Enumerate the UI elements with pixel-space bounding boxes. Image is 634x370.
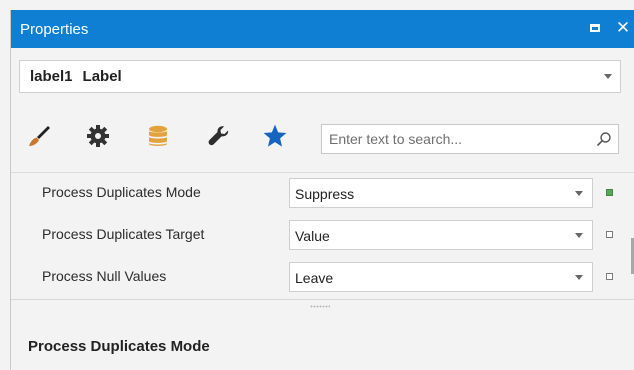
object-selector-dropdown[interactable]: label1 Label (19, 60, 621, 93)
property-default-marker[interactable] (606, 273, 613, 280)
property-value: Suppress (295, 186, 355, 202)
close-icon: ✕ (615, 18, 631, 37)
gear-icon (87, 125, 109, 147)
brush-icon (29, 126, 50, 146)
tab-favorites[interactable] (261, 122, 289, 150)
tab-behavior[interactable] (84, 122, 112, 150)
chevron-down-icon (575, 275, 583, 280)
search-input[interactable] (322, 125, 589, 153)
property-modified-marker[interactable] (606, 189, 613, 196)
close-button[interactable]: ✕ (615, 18, 631, 37)
title-bar: Properties ✕ (11, 10, 634, 48)
property-label: Process Null Values (42, 268, 167, 284)
wrench-icon (208, 126, 229, 146)
property-value-dropdown[interactable]: Value (289, 220, 593, 250)
property-value-dropdown[interactable]: Suppress (289, 178, 593, 208)
property-value: Leave (295, 270, 334, 286)
description-title: Process Duplicates Mode (28, 338, 210, 355)
property-row-process-duplicates-mode: Process Duplicates Mode Suppress (11, 174, 634, 212)
search-box (321, 124, 619, 154)
object-type: Label (82, 68, 122, 85)
property-label: Process Duplicates Mode (42, 184, 201, 200)
object-name: label1 (30, 68, 73, 85)
window-title: Properties (20, 20, 89, 38)
maximize-icon (590, 24, 600, 32)
tab-data[interactable] (144, 122, 172, 150)
property-default-marker[interactable] (606, 231, 613, 238)
property-label: Process Duplicates Target (42, 226, 205, 242)
property-value-dropdown[interactable]: Leave (289, 262, 593, 292)
property-row-process-null-values: Process Null Values Leave (11, 258, 634, 296)
splitter-grip (310, 305, 330, 308)
star-icon (263, 124, 287, 147)
description-splitter[interactable] (11, 299, 634, 313)
chevron-down-icon (575, 233, 583, 238)
maximize-button[interactable] (587, 20, 603, 36)
chevron-down-icon (604, 74, 612, 79)
grid-top-divider (11, 172, 634, 173)
property-grid: Process Duplicates Mode Suppress Process… (11, 172, 634, 298)
chevron-down-icon (575, 191, 583, 196)
database-icon (149, 125, 167, 146)
property-value: Value (295, 228, 330, 244)
search-icon[interactable] (596, 131, 612, 147)
category-toolbar (11, 118, 634, 160)
property-row-process-duplicates-target: Process Duplicates Target Value (11, 216, 634, 254)
properties-window: Properties ✕ label1 Label Enter text to … (10, 10, 634, 370)
tab-appearance[interactable] (25, 122, 53, 150)
tab-layout[interactable] (205, 122, 233, 150)
